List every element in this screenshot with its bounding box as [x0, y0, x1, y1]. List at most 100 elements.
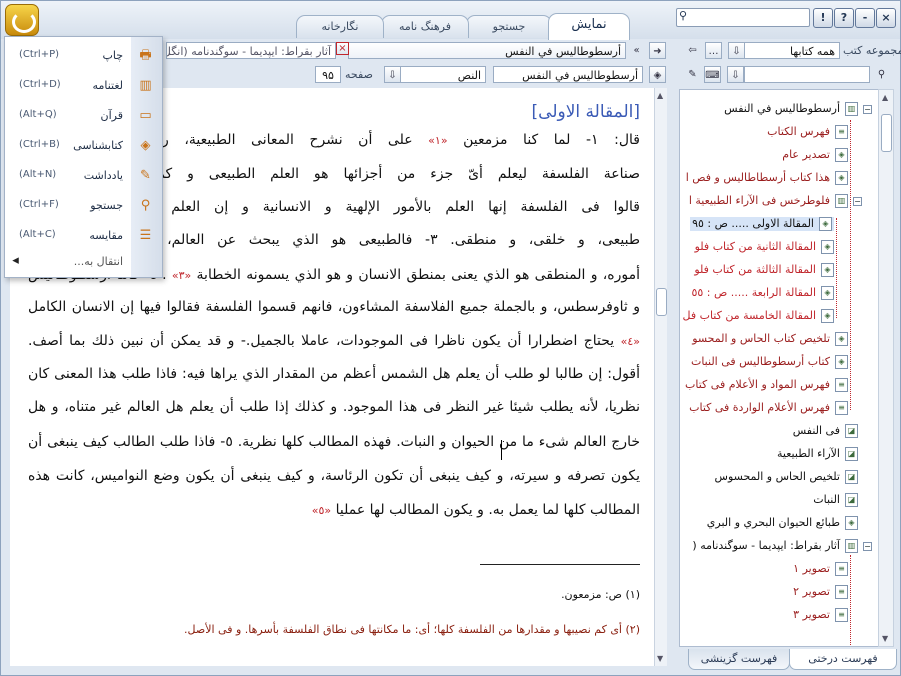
info-button[interactable]: !: [813, 8, 833, 28]
more-options-button[interactable]: …: [705, 42, 722, 59]
tab-tree-index[interactable]: فهرست درختی: [789, 649, 897, 670]
menu-label: چاپ: [102, 49, 123, 62]
tree-item[interactable]: ◈ المقالة الثانية من كتاب فلو: [695, 240, 834, 254]
diamond-icon: ◈: [821, 309, 834, 323]
search-icon: ⚲: [140, 198, 151, 213]
tree-item[interactable]: ◈ المقالة الاولى ..... ص : ٩٥: [690, 217, 834, 231]
book-field[interactable]: أرسطوطاليس في النفس: [493, 66, 643, 83]
tree-item[interactable]: ◪ تلخيص الحاس و المحسوس: [715, 470, 858, 484]
tab-gallery[interactable]: نگارخانه: [296, 15, 384, 38]
help-button[interactable]: ?: [834, 8, 854, 28]
tree-scroll-down-icon[interactable]: ▼: [882, 634, 888, 643]
keyboard-icon[interactable]: ⌨: [704, 66, 721, 83]
tree-item[interactable]: ▥ فلوطرخس فى الآراء الطبيعية ا: [689, 194, 848, 208]
tree-item-label: هذا كتاب أرسطاطاليس و فص ا: [685, 171, 830, 184]
document-scroll-thumb[interactable]: [656, 288, 667, 316]
tree-item[interactable]: ▥ آثار بقراط: ايپديما - سوگندنامه (: [692, 539, 858, 553]
collection-select[interactable]: همه کتابها: [744, 42, 840, 59]
menu-item-dictionary[interactable]: (Ctrl+D) لغتنامه ▥: [5, 71, 161, 102]
tree-scroll-thumb[interactable]: [881, 114, 892, 152]
doc-icon: ◪: [845, 493, 858, 507]
tree-expander-icon[interactable]: −: [863, 105, 872, 114]
tree-item[interactable]: ◈ هذا كتاب أرسطاطاليس و فص ا: [686, 171, 848, 185]
collection-dropdown-icon[interactable]: ⇩: [728, 42, 745, 59]
doc-tab-active[interactable]: أرسطوطاليس في النفس: [348, 42, 626, 59]
menu-item-quran[interactable]: (Alt+Q) قرآن ▭: [5, 101, 161, 132]
contents-tree[interactable]: ▥ أرسطوطاليس في النفس − ≡ فهرس الكتاب ◈ تصدير …: [679, 89, 879, 647]
tab-dictionary[interactable]: فرهنگ نامه: [381, 15, 469, 38]
app-logo[interactable]: [5, 4, 39, 36]
tree-item[interactable]: ◈ كتاب أرسطوطاليس فى النبات: [691, 355, 848, 369]
tree-item[interactable]: ◈ طبائع الحيوان البحري و البري: [707, 516, 858, 530]
tree-item[interactable]: ▥ أرسطوطاليس في النفس: [724, 102, 858, 116]
line-text: يكون تصرفه و سيرته، و كيف ينبغى أن تكون …: [28, 468, 640, 484]
tree-item-label: تلخيص الحاس و المحسوس: [714, 470, 840, 483]
scroll-up-icon[interactable]: ▲: [657, 91, 663, 100]
section-field[interactable]: النص: [398, 66, 486, 83]
tree-item[interactable]: ◪ النبات: [813, 493, 858, 507]
tree-item[interactable]: ◪ الآراء الطبيعية: [777, 447, 858, 461]
tree-expander-icon[interactable]: −: [863, 542, 872, 551]
tag-icon[interactable]: ◈: [649, 66, 666, 83]
tree-item[interactable]: ≡ فهرس الأعلام الواردة فى كتاب: [689, 401, 848, 415]
footnote-ref[interactable]: «٤»: [621, 335, 640, 348]
scroll-down-icon[interactable]: ▼: [657, 654, 663, 663]
menu-item-arrow-left[interactable]: انتقال به... ◂: [5, 251, 161, 271]
page-icon: ≡: [835, 125, 848, 139]
tree-filter-input[interactable]: [744, 66, 870, 83]
doc-tab-inactive[interactable]: آثار بقراط: ایپدیما - سوگندنامه (انگل: [166, 42, 336, 59]
tab-search[interactable]: جستجو: [466, 15, 552, 38]
tree-item[interactable]: ≡ فهرس المواد و الأعلام فى كتاب: [685, 378, 848, 392]
page-icon: ≡: [835, 585, 848, 599]
diamond-icon: ◈: [845, 516, 858, 530]
menu-item-bibliography[interactable]: (Ctrl+B) کتابشناسی ◈: [5, 131, 161, 162]
double-chevron-icon[interactable]: «: [628, 42, 645, 59]
tree-scroll-up-icon[interactable]: ▲: [882, 93, 888, 102]
page-label: صفحه: [345, 68, 373, 81]
filter-dropdown-icon[interactable]: ⇩: [727, 66, 744, 83]
page-input[interactable]: ۹۵: [315, 66, 341, 83]
tree-connector: [850, 120, 851, 410]
tree-item[interactable]: ◈ المقالة الرابعة ..... ص : ٥٥: [691, 286, 834, 300]
tree-item[interactable]: ◈ تلخيص كتاب الحاس و المحسو: [692, 332, 848, 346]
tree-item[interactable]: ◈ المقالة الثالثة من كتاب فلو: [694, 263, 834, 277]
tree-scrollbar[interactable]: ▲ ▼: [878, 89, 894, 647]
menu-shortcut: (Ctrl+F): [19, 199, 59, 210]
footnote-ref[interactable]: «٣»: [172, 269, 191, 282]
tree-item[interactable]: ◈ تصدير عام: [782, 148, 848, 162]
book-open-icon: ▥: [845, 102, 858, 116]
tools-icon[interactable]: ✎: [684, 66, 701, 83]
footnote-ref[interactable]: «٥»: [312, 504, 331, 517]
close-button[interactable]: ×: [876, 8, 896, 28]
diamond-icon: ◈: [835, 148, 848, 162]
tab-display[interactable]: نمایش: [548, 13, 630, 40]
tree-search-icon[interactable]: ⚲: [873, 66, 890, 83]
close-doc-tab-icon[interactable]: ×: [336, 42, 349, 55]
section-dropdown-icon[interactable]: ⇩: [384, 66, 401, 83]
tree-item[interactable]: ◈ المقالة الخامسة من كتاب فل: [683, 309, 834, 323]
tree-item-label: آثار بقراط: ايپديما - سوگندنامه (: [692, 539, 840, 552]
diamond-icon: ◈: [835, 355, 848, 369]
back-arrow-icon[interactable]: ⇦: [684, 42, 701, 59]
next-arrow-button[interactable]: ➜: [649, 42, 666, 59]
footnote-ref[interactable]: «١»: [428, 134, 447, 147]
menu-item-printer[interactable]: (Ctrl+P) چاپ 🖶: [5, 41, 161, 72]
minimize-button[interactable]: -: [855, 8, 875, 28]
tree-item[interactable]: ≡ فهرس الكتاب: [767, 125, 848, 139]
footnote-separator: [480, 564, 640, 565]
menu-item-search[interactable]: (Ctrl+F) جستجو ⚲: [5, 191, 161, 222]
tree-item[interactable]: ≡ تصوير ٣: [793, 608, 848, 622]
menu-item-note[interactable]: (Alt+N) یادداشت ✎: [5, 161, 161, 192]
tree-expander-icon[interactable]: −: [853, 197, 862, 206]
tree-item-label: الآراء الطبيعية: [777, 447, 840, 460]
diamond-icon: ◈: [835, 332, 848, 346]
tree-item[interactable]: ≡ تصوير ٢: [793, 585, 848, 599]
global-search-icon[interactable]: ⚲: [676, 9, 690, 23]
tree-item[interactable]: ◪ فى النفس: [793, 424, 858, 438]
tab-selective-index[interactable]: فهرست گزینشی: [688, 649, 790, 670]
tree-item-label: كتاب أرسطوطاليس فى النبات: [690, 355, 830, 368]
menu-item-compare[interactable]: (Alt+C) مقایسه ☰: [5, 221, 161, 252]
document-scrollbar[interactable]: ▲ ▼: [654, 88, 667, 666]
tree-item[interactable]: ≡ تصوير ١: [793, 562, 848, 576]
global-search-input[interactable]: [676, 8, 810, 27]
